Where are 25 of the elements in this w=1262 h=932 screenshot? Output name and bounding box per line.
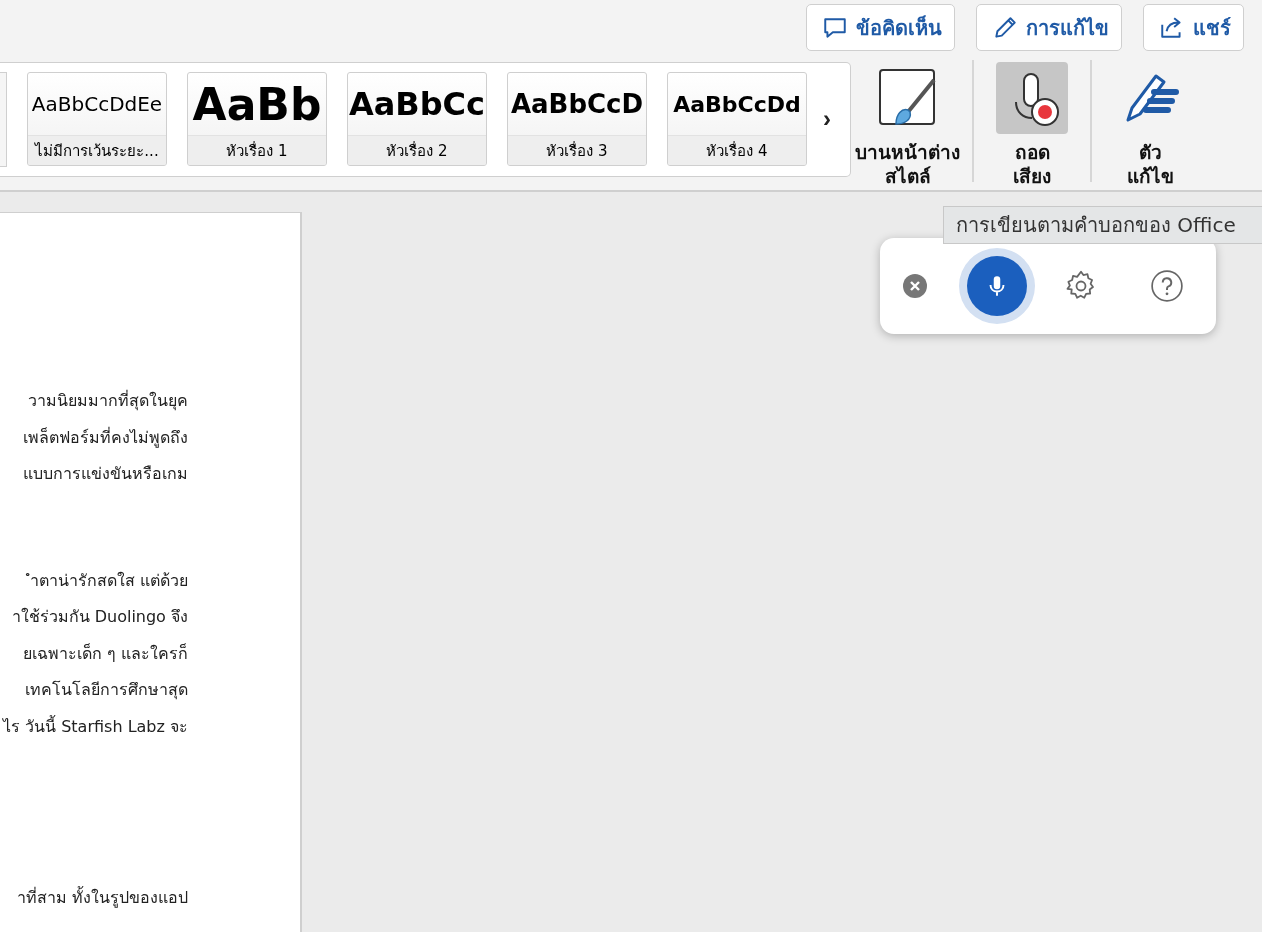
text-line: เทคโนโลยีการศึกษาสุด	[25, 679, 188, 702]
style-tile[interactable]: AaBbCcDd หัวเรื่อง 4	[667, 72, 807, 167]
close-button[interactable]	[903, 274, 927, 298]
tooltip: การเขียนตามคำบอกของ Office	[943, 206, 1262, 244]
close-icon	[903, 274, 927, 298]
text-line: าที่สาม ทั้งในรูปของแอป	[16, 885, 188, 910]
text-line: ไร วันนี้ Starfish Labz จะ	[3, 714, 188, 738]
share-button[interactable]: แชร์	[1143, 4, 1244, 51]
dictate-button[interactable]: ถอด เสียง	[982, 61, 1082, 188]
text-line: ยเฉพาะเด็ก ๆ และใครก็	[22, 642, 188, 665]
style-tile[interactable]: AaBbCc หัวเรื่อง 2	[347, 72, 487, 167]
text-line: เพล็ตฟอร์มที่คงไม่พูดถึง	[23, 426, 188, 450]
text-line: าใช้ร่วมกัน Duolingo จึง	[11, 606, 188, 628]
style-tile[interactable]: AaBb หัวเรื่อง 1	[187, 72, 327, 167]
edit-button[interactable]: การแก้ไข	[976, 4, 1122, 51]
pencil-icon	[992, 14, 1018, 41]
style-tile[interactable]: AaBbCcD หัวเรื่อง 3	[507, 72, 647, 167]
more-styles-button[interactable]: ›	[819, 105, 835, 134]
text-line: แบบการแข่งขันหรือเกม	[23, 463, 188, 485]
comment-button[interactable]: ข้อคิดเห็น	[806, 4, 955, 51]
style-tile[interactable]: AaBbCcDdEe ไม่มีการเว้นระยะ...	[27, 72, 167, 167]
editor-button[interactable]: ตัว แก้ไข	[1100, 61, 1200, 188]
help-icon[interactable]	[1150, 269, 1184, 303]
text-line: วามนิยมมากที่สุดในยุค	[28, 389, 188, 413]
brush-icon	[877, 67, 938, 128]
